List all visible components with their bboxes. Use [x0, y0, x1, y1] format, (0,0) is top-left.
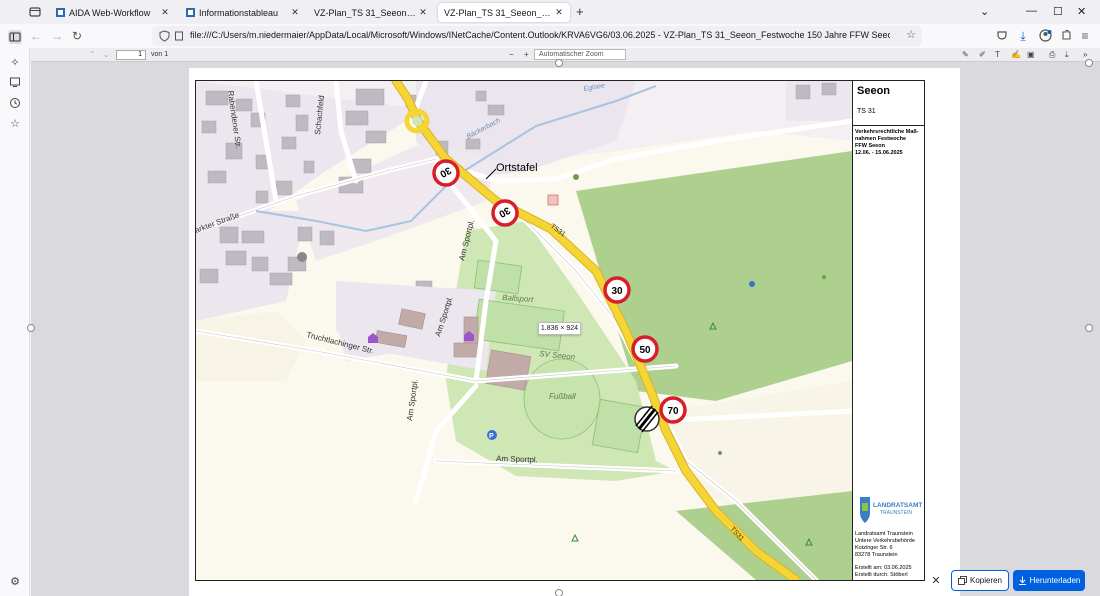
text-icon[interactable]: T [995, 50, 1000, 59]
reload-icon[interactable]: ↻ [70, 29, 84, 43]
minimize-button[interactable]: — [1026, 5, 1037, 17]
bookmark-star-icon[interactable]: ☆ [906, 28, 916, 41]
forward-icon[interactable]: → [50, 29, 64, 43]
sidebar-toggle-icon[interactable] [8, 30, 22, 44]
page-number-input[interactable]: 1 [116, 50, 146, 60]
close-icon[interactable]: ✕ [926, 572, 946, 590]
svg-text:30: 30 [611, 286, 623, 297]
speed-sign-50: 50 [631, 335, 659, 363]
pdf-toolbar: ⌃ ⌄ 1 von 1 − + Automatischer Zoom ✎ ✐ T… [31, 48, 1100, 62]
highlight-icon[interactable]: ✎ [962, 50, 969, 59]
dimension-tooltip: 1.836 × 924 [538, 322, 581, 335]
previous-page-icon[interactable]: ⌃ [89, 50, 96, 59]
resize-handle-top[interactable] [555, 59, 563, 67]
tab-vz-plan-1[interactable]: VZ-Plan_TS 31_Seeon_Festwoche 1... ✕ [308, 3, 434, 22]
label-fussball: Fußball [549, 392, 576, 401]
copy-button[interactable]: Kopieren [951, 570, 1009, 591]
navigation-bar: ← → ↻ file:///C:/Users/m.niedermaier/App… [0, 24, 1100, 48]
extensions-icon[interactable] [1059, 29, 1073, 43]
zoom-in-icon[interactable]: + [524, 50, 529, 59]
label-am-sportpl-4: Am Sportpl. [496, 454, 538, 464]
svg-text:70: 70 [667, 406, 679, 417]
tab-aida-web-workflow[interactable]: AIDA Web-Workflow ✕ [50, 3, 176, 22]
svg-text:TRAUNSTEIN: TRAUNSTEIN [880, 510, 912, 516]
svg-text:P: P [489, 433, 494, 440]
download-icon[interactable]: ⤓ [1016, 29, 1030, 43]
resize-handle-right[interactable] [1085, 324, 1093, 332]
aida-favicon-icon [186, 8, 195, 17]
map-graphic: P Ballsport SV Seeon Fußball Truchtlachi… [196, 81, 852, 580]
page-icon[interactable] [174, 31, 184, 41]
bookmarks-icon[interactable]: ☆ [8, 117, 22, 131]
svg-text:LANDRATSAMT: LANDRATSAMT [873, 502, 922, 509]
resize-handle-bottom[interactable] [555, 589, 563, 596]
close-icon[interactable]: ✕ [290, 7, 300, 18]
legend-address: Landratsamt Traunstein Untere Verkehrsbe… [855, 531, 915, 558]
close-icon[interactable]: ✕ [554, 7, 564, 18]
end-of-restrictions-sign [634, 405, 660, 433]
aida-favicon-icon [56, 8, 65, 17]
next-page-icon[interactable]: ⌄ [103, 50, 110, 59]
account-icon[interactable] [1038, 29, 1052, 43]
page-count-label: von 1 [151, 51, 169, 58]
landratsamt-logo: LANDRATSAMT TRAUNSTEIN [856, 493, 924, 529]
tab-list-icon[interactable] [28, 5, 42, 19]
svg-text:50: 50 [639, 345, 651, 356]
copy-icon [958, 576, 967, 585]
print-icon[interactable]: ⎙ [1049, 50, 1055, 60]
zoom-select[interactable]: Automatischer Zoom [534, 49, 626, 60]
legend-divider [853, 125, 925, 126]
download-button-label: Herunterladen [1029, 576, 1081, 585]
tab-title: VZ-Plan_TS 31_Seeon_Festwoche 1... [444, 7, 554, 18]
save-icon[interactable]: ⤓ [1065, 50, 1069, 60]
zoom-out-icon[interactable]: − [509, 50, 514, 59]
speed-sign-30: 30 [603, 276, 631, 304]
tab-bar: AIDA Web-Workflow ✕ Informationstableau … [0, 0, 1100, 24]
gear-icon[interactable]: ⚙ [8, 575, 22, 589]
ai-chatbot-icon[interactable]: ✧ [8, 56, 22, 70]
label-am-sportpl-3: Am Sportpl. [405, 379, 420, 422]
legend-created-info: Erstellt am: 03.06.2025 Erstellt durch: … [855, 565, 912, 578]
download-button[interactable]: Herunterladen [1013, 570, 1085, 591]
tab-title: Informationstableau [199, 7, 279, 18]
tab-title: AIDA Web-Workflow [69, 7, 151, 18]
tab-title: VZ-Plan_TS 31_Seeon_Festwoche 1... [314, 7, 418, 18]
plan-legend: Seeon TS 31 Verkehrsrechtliche Maß- nahm… [852, 81, 925, 580]
resize-handle-left[interactable] [27, 324, 35, 332]
image-icon[interactable]: ▣ [1027, 50, 1035, 59]
synced-tabs-icon[interactable] [8, 76, 22, 90]
traffic-plan-map: P Ballsport SV Seeon Fußball Truchtlachi… [196, 81, 852, 580]
copy-button-label: Kopieren [969, 576, 1003, 585]
back-icon[interactable]: ← [29, 29, 43, 43]
speed-sign-30-reversed-1: 30 [432, 159, 460, 187]
browser-sidebar: ✧ ☆ ⚙ [0, 30, 30, 596]
pocket-icon[interactable] [995, 29, 1009, 43]
close-window-button[interactable]: ✕ [1077, 5, 1086, 18]
resize-handle-top-right[interactable] [1085, 59, 1093, 67]
tab-informationstableau[interactable]: Informationstableau ✕ [180, 3, 306, 22]
url-bar[interactable]: file:///C:/Users/m.niedermaier/AppData/L… [152, 26, 922, 46]
speed-sign-70: 70 [659, 396, 687, 424]
maximize-button[interactable]: ☐ [1053, 5, 1063, 18]
legend-description: Verkehrsrechtliche Maß- nahmen Festwoche… [855, 129, 919, 156]
draw-icon[interactable]: ✐ [979, 50, 986, 59]
close-icon[interactable]: ✕ [160, 7, 170, 18]
label-ortstafel: Ortstafel [496, 162, 538, 174]
url-text: file:///C:/Users/m.niedermaier/AppData/L… [190, 30, 890, 40]
tab-vz-plan-2[interactable]: VZ-Plan_TS 31_Seeon_Festwoche 1... ✕ [438, 3, 570, 22]
legend-road: TS 31 [857, 108, 876, 115]
chevron-down-icon[interactable]: ⌄ [980, 5, 989, 18]
close-icon[interactable]: ✕ [418, 7, 428, 18]
download-icon [1018, 576, 1026, 585]
shield-icon[interactable] [159, 30, 170, 42]
history-icon[interactable] [8, 97, 22, 111]
new-tab-button[interactable]: + [576, 4, 584, 19]
menu-icon[interactable]: ≡ [1078, 29, 1092, 43]
tools-menu-icon[interactable]: » [1083, 50, 1087, 59]
speed-sign-30-reversed-2: 30 [491, 199, 519, 227]
legend-place: Seeon [857, 85, 891, 97]
signature-icon[interactable]: ✍ [1011, 50, 1021, 59]
